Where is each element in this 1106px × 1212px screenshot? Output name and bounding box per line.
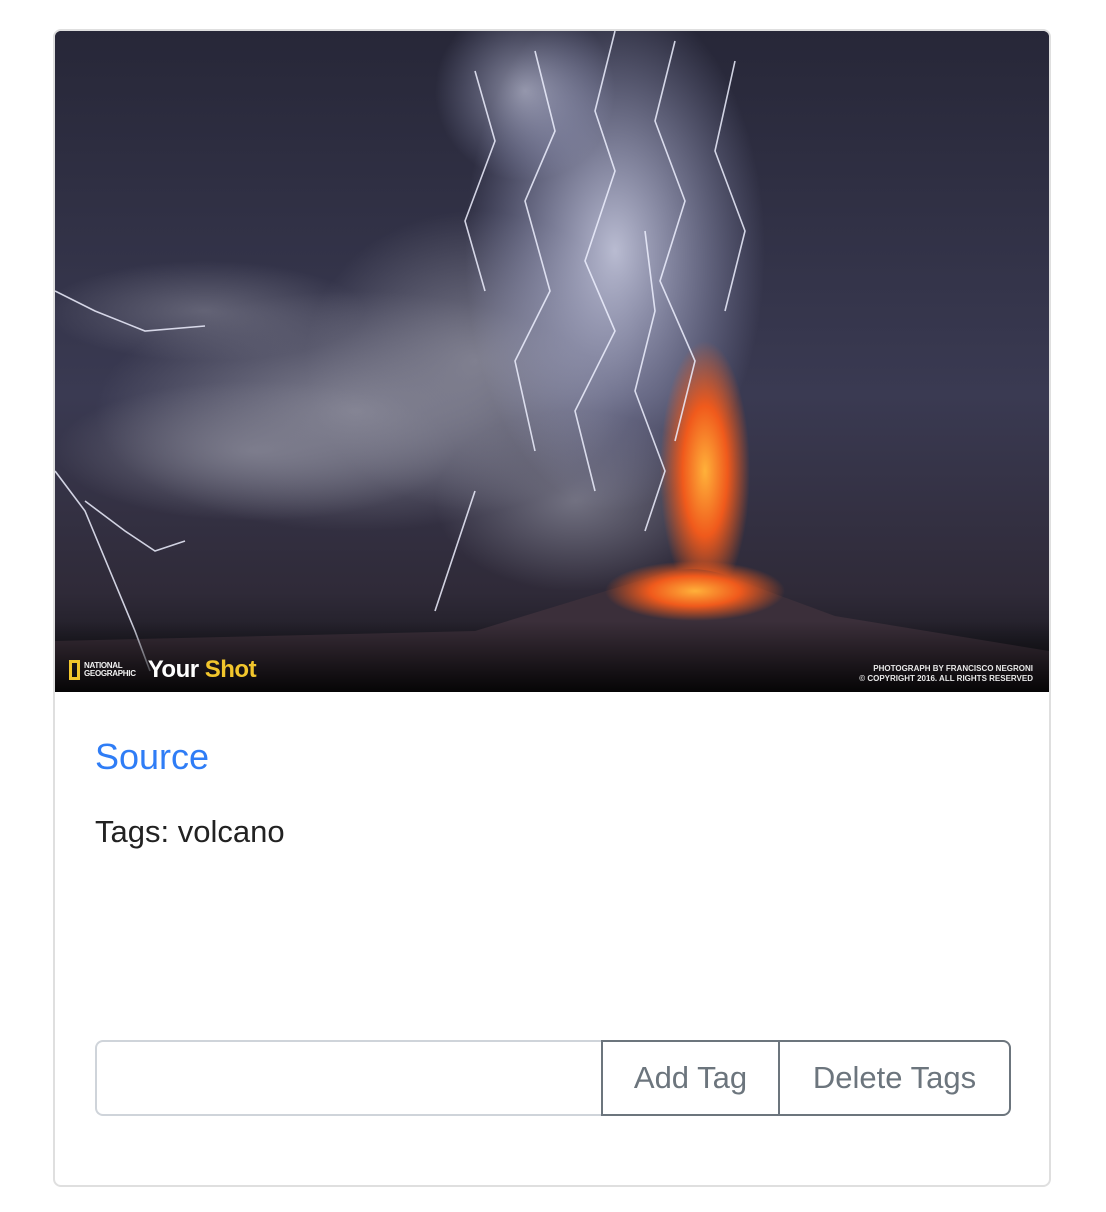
add-tag-button[interactable]: Add Tag <box>601 1040 780 1116</box>
logo-text-bottom: GEOGRAPHIC <box>84 669 136 678</box>
volcano-photo <box>55 31 1049 692</box>
image-card: NATIONAL GEOGRAPHIC Your Shot PHOTOGRAPH… <box>53 29 1051 1187</box>
credit-line-1: PHOTOGRAPH BY FRANCISCO NEGRONI <box>873 664 1033 673</box>
tags-text: Tags: volcano <box>95 814 285 849</box>
wordmark-your: Your <box>147 656 199 683</box>
source-link[interactable]: Source <box>95 734 209 780</box>
wordmark-shot: Shot <box>204 656 257 683</box>
watermark-brand: NATIONAL GEOGRAPHIC Your Shot <box>69 656 257 684</box>
tag-input[interactable] <box>95 1040 601 1116</box>
national-geographic-logo: NATIONAL GEOGRAPHIC <box>69 660 136 680</box>
tag-input-group: Add Tag Delete Tags <box>95 1040 1011 1116</box>
yellow-border-icon <box>69 660 80 680</box>
delete-tags-button[interactable]: Delete Tags <box>780 1040 1011 1116</box>
credit-line-2: © COPYRIGHT 2016. ALL RIGHTS RESERVED <box>859 674 1033 683</box>
your-shot-wordmark: Your Shot <box>147 656 257 684</box>
card-image: NATIONAL GEOGRAPHIC Your Shot PHOTOGRAPH… <box>55 31 1049 692</box>
photo-credit: PHOTOGRAPH BY FRANCISCO NEGRONI © COPYRI… <box>859 664 1033 684</box>
